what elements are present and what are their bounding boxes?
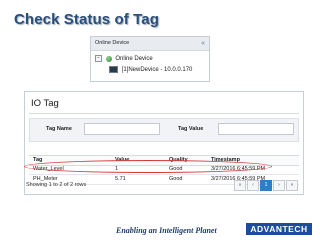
globe-icon (105, 55, 112, 62)
tree-node-new-device-label: [1]NewDevice - 10.0.0.170 (121, 67, 193, 74)
tag-value-input[interactable] (218, 123, 294, 135)
io-tag-title: IO Tag (31, 98, 59, 109)
tag-value-label: Tag Value (178, 126, 204, 132)
tree-expand-toggle-icon[interactable]: − (95, 55, 102, 62)
advantech-logo: ADVANTECH (246, 223, 312, 235)
company-tagline: Enabling an Intelligent Planet (116, 226, 217, 235)
cell-quality: Good (169, 176, 183, 182)
tag-name-label: Tag Name (46, 126, 72, 132)
next-page-button[interactable]: › (273, 180, 285, 191)
cell-value: 5.71 (115, 176, 126, 182)
previous-page-button[interactable]: ‹ (247, 180, 259, 191)
last-page-button[interactable]: » (286, 180, 298, 191)
tree-node-online-device[interactable]: − Online Device (95, 55, 153, 63)
pagination-info: Showing 1 to 2 of 2 rows (26, 182, 87, 188)
online-device-panel-header: Online Device « (91, 37, 209, 51)
slide-title: Check Status of Tag (14, 11, 159, 28)
tree-node-online-device-label: Online Device (115, 56, 153, 63)
online-device-panel: Online Device « − Online Device [1]NewDe… (90, 36, 210, 82)
online-device-panel-title: Online Device (95, 40, 130, 46)
tag-name-input[interactable] (84, 123, 160, 135)
first-page-button[interactable]: « (234, 180, 246, 191)
device-icon (109, 66, 118, 73)
highlight-oval-annotation (24, 160, 272, 173)
double-chevron-left-icon[interactable]: « (201, 37, 205, 50)
io-tag-filter-bar: Tag Name Tag Value (29, 118, 299, 142)
pagination: « ‹ 1 › » (234, 180, 298, 191)
tree-node-new-device[interactable]: [1]NewDevice - 10.0.0.170 (109, 66, 192, 74)
io-tag-divider (29, 113, 299, 114)
page-1-button[interactable]: 1 (260, 180, 272, 191)
